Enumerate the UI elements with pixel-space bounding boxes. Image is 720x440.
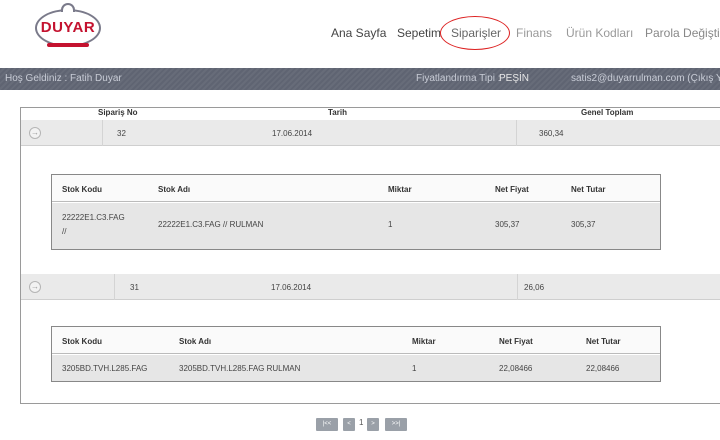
- expand-icon[interactable]: →: [29, 281, 41, 293]
- col-stock-name: Stok Adı: [179, 337, 212, 346]
- order-row[interactable]: → 32 17.06.2014 360,34: [21, 120, 720, 146]
- current-page[interactable]: 1: [359, 418, 363, 427]
- net-price: 22,08466: [499, 364, 533, 373]
- quantity: 1: [412, 364, 417, 373]
- logo-text: DUYAR: [40, 19, 96, 36]
- net-price: 305,37: [495, 220, 520, 229]
- order-total: 26,06: [524, 283, 545, 292]
- order-no: 32: [117, 129, 126, 138]
- net-total: 22,08466: [586, 364, 620, 373]
- detail-row: 22222E1.C3.FAG // 22222E1.C3.FAG // RULM…: [52, 203, 660, 249]
- header-date: Tarih: [328, 108, 347, 117]
- duyar-logo[interactable]: DUYAR: [35, 3, 101, 47]
- last-page-button[interactable]: >>|: [385, 418, 407, 431]
- first-page-button[interactable]: |<<: [316, 418, 338, 431]
- stock-name: 22222E1.C3.FAG // RULMAN: [158, 220, 264, 229]
- pricing-type-label: Fiyatlandırma Tipi :: [416, 73, 501, 84]
- logo-base: [47, 43, 89, 47]
- col-net-total: Net Tutar: [571, 185, 606, 194]
- orders-header-row: Sipariş No Tarih Genel Toplam: [20, 107, 720, 119]
- header-total: Genel Toplam: [581, 108, 634, 117]
- header-order-no: Sipariş No: [98, 108, 138, 117]
- stock-code: 3205BD.TVH.L285.FAG: [62, 364, 148, 373]
- order-no: 31: [130, 283, 139, 292]
- nav-change-password[interactable]: Parola Değiştir: [645, 26, 720, 40]
- expand-icon[interactable]: →: [29, 127, 41, 139]
- col-stock-name: Stok Adı: [158, 185, 191, 194]
- logout-link[interactable]: satis2@duyarrulman.com (Çıkış Yap): [571, 73, 720, 84]
- quantity: 1: [388, 220, 393, 229]
- user-info-bar: Hoş Geldiniz : Fatih Duyar Fiyatlandırma…: [0, 68, 720, 90]
- col-net-price: Net Fiyat: [495, 185, 529, 194]
- order-row[interactable]: → 31 17.06.2014 26,06: [21, 274, 720, 300]
- detail-header-row: Stok Kodu Stok Adı Miktar Net Fiyat Net …: [52, 175, 660, 202]
- welcome-text: Hoş Geldiniz : Fatih Duyar: [5, 73, 122, 84]
- col-stock-code: Stok Kodu: [62, 337, 102, 346]
- orders-highlight-circle: [440, 16, 510, 50]
- detail-header-row: Stok Kodu Stok Adı Miktar Net Fiyat Net …: [52, 327, 660, 354]
- pricing-type-value: PEŞİN: [499, 73, 530, 84]
- stock-code-cont: //: [62, 227, 67, 236]
- nav-product-codes[interactable]: Ürün Kodları: [566, 26, 633, 40]
- stock-name: 3205BD.TVH.L285.FAG RULMAN: [179, 364, 301, 373]
- prev-page-button[interactable]: <: [343, 418, 355, 431]
- nav-finance[interactable]: Finans: [516, 26, 552, 40]
- detail-row: 3205BD.TVH.L285.FAG 3205BD.TVH.L285.FAG …: [52, 355, 660, 381]
- nav-home[interactable]: Ana Sayfa: [331, 26, 386, 40]
- order-date: 17.06.2014: [271, 283, 312, 292]
- col-quantity: Miktar: [388, 185, 412, 194]
- order-detail-table: Stok Kodu Stok Adı Miktar Net Fiyat Net …: [51, 326, 661, 382]
- col-stock-code: Stok Kodu: [62, 185, 102, 194]
- stock-code: 22222E1.C3.FAG: [62, 213, 125, 222]
- nav-cart[interactable]: Sepetim: [397, 26, 441, 40]
- col-net-price: Net Fiyat: [499, 337, 533, 346]
- logo-arc: [61, 3, 75, 12]
- col-quantity: Miktar: [412, 337, 436, 346]
- order-total: 360,34: [539, 129, 564, 138]
- next-page-button[interactable]: >: [367, 418, 379, 431]
- net-total: 305,37: [571, 220, 596, 229]
- order-date: 17.06.2014: [272, 129, 313, 138]
- col-net-total: Net Tutar: [586, 337, 621, 346]
- order-detail-table: Stok Kodu Stok Adı Miktar Net Fiyat Net …: [51, 174, 661, 250]
